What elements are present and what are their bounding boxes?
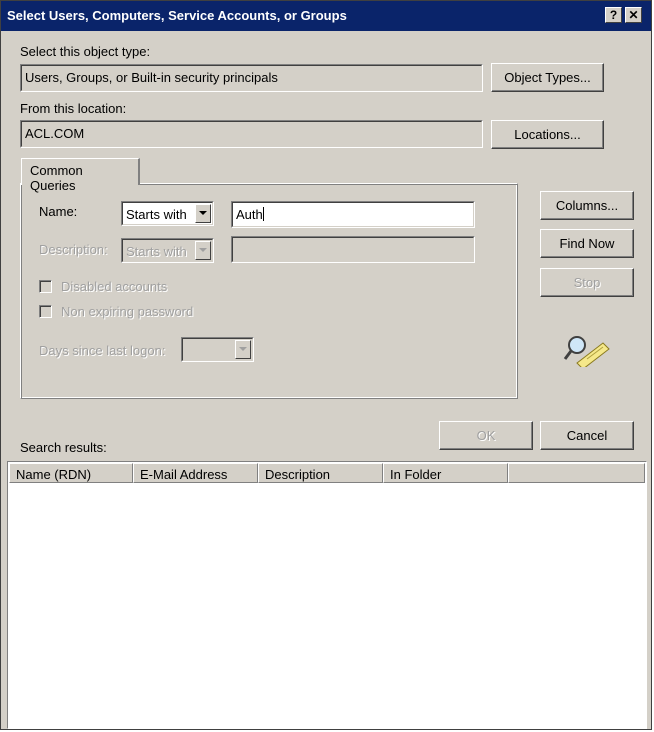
disabled-accounts-checkbox[interactable] <box>39 280 52 293</box>
chevron-down-icon[interactable] <box>195 204 211 223</box>
search-results-label: Search results: <box>20 440 107 455</box>
description-mode-select[interactable]: Starts with <box>121 238 214 263</box>
name-mode-select[interactable]: Starts with <box>121 201 214 226</box>
name-input[interactable]: Auth <box>231 201 475 228</box>
find-now-button-label: Find Now <box>559 236 615 251</box>
object-types-button-label: Object Types... <box>504 70 591 85</box>
object-type-field: Users, Groups, or Built-in security prin… <box>20 64 483 92</box>
window-title: Select Users, Computers, Service Account… <box>7 8 347 23</box>
object-types-button[interactable]: Object Types... <box>491 63 604 92</box>
column-header-email[interactable]: E-Mail Address <box>133 463 258 483</box>
stop-button-label: Stop <box>573 275 601 290</box>
title-bar[interactable]: Select Users, Computers, Service Account… <box>1 1 651 31</box>
tab-common-queries-label: Common Queries <box>30 163 83 193</box>
chevron-down-icon[interactable] <box>235 340 251 359</box>
days-since-logon-label: Days since last logon: <box>39 343 166 358</box>
locations-button-label: Locations... <box>514 127 581 142</box>
column-header-name[interactable]: Name (RDN) <box>9 463 133 483</box>
location-field: ACL.COM <box>20 120 483 148</box>
help-button[interactable]: ? <box>605 7 622 23</box>
column-header-filler <box>508 463 645 483</box>
ok-button-label: OK <box>476 428 496 443</box>
description-input[interactable] <box>231 236 475 263</box>
stop-button[interactable]: Stop <box>540 268 634 297</box>
search-results-list[interactable]: Name (RDN) E-Mail Address Description In… <box>7 461 647 729</box>
name-label: Name: <box>39 204 78 219</box>
tab-common-queries[interactable]: Common Queries <box>21 158 140 193</box>
columns-button[interactable]: Columns... <box>540 191 634 220</box>
locations-button[interactable]: Locations... <box>491 120 604 149</box>
dialog-window: Select Users, Computers, Service Account… <box>0 0 652 730</box>
column-header-in-folder[interactable]: In Folder <box>383 463 508 483</box>
chevron-down-icon[interactable] <box>195 241 211 260</box>
column-header-description[interactable]: Description <box>258 463 383 483</box>
close-button[interactable]: ✕ <box>625 7 642 23</box>
object-type-label: Select this object type: <box>20 44 151 59</box>
description-label: Description: <box>39 242 108 257</box>
cancel-button-label: Cancel <box>566 428 608 443</box>
non-expiring-password-checkbox[interactable] <box>39 305 52 318</box>
non-expiring-password-label: Non expiring password <box>61 304 194 319</box>
object-type-value: Users, Groups, or Built-in security prin… <box>21 65 482 91</box>
ok-button[interactable]: OK <box>439 421 533 450</box>
location-value: ACL.COM <box>21 121 482 147</box>
days-since-logon-select[interactable] <box>181 337 254 362</box>
location-label: From this location: <box>20 101 127 116</box>
search-icon <box>563 329 611 370</box>
find-now-button[interactable]: Find Now <box>540 229 634 258</box>
columns-button-label: Columns... <box>555 198 619 213</box>
text-caret <box>262 207 264 221</box>
description-input-value <box>232 237 474 262</box>
cancel-button[interactable]: Cancel <box>540 421 634 450</box>
name-input-value: Auth <box>236 207 263 222</box>
disabled-accounts-label: Disabled accounts <box>61 279 168 294</box>
